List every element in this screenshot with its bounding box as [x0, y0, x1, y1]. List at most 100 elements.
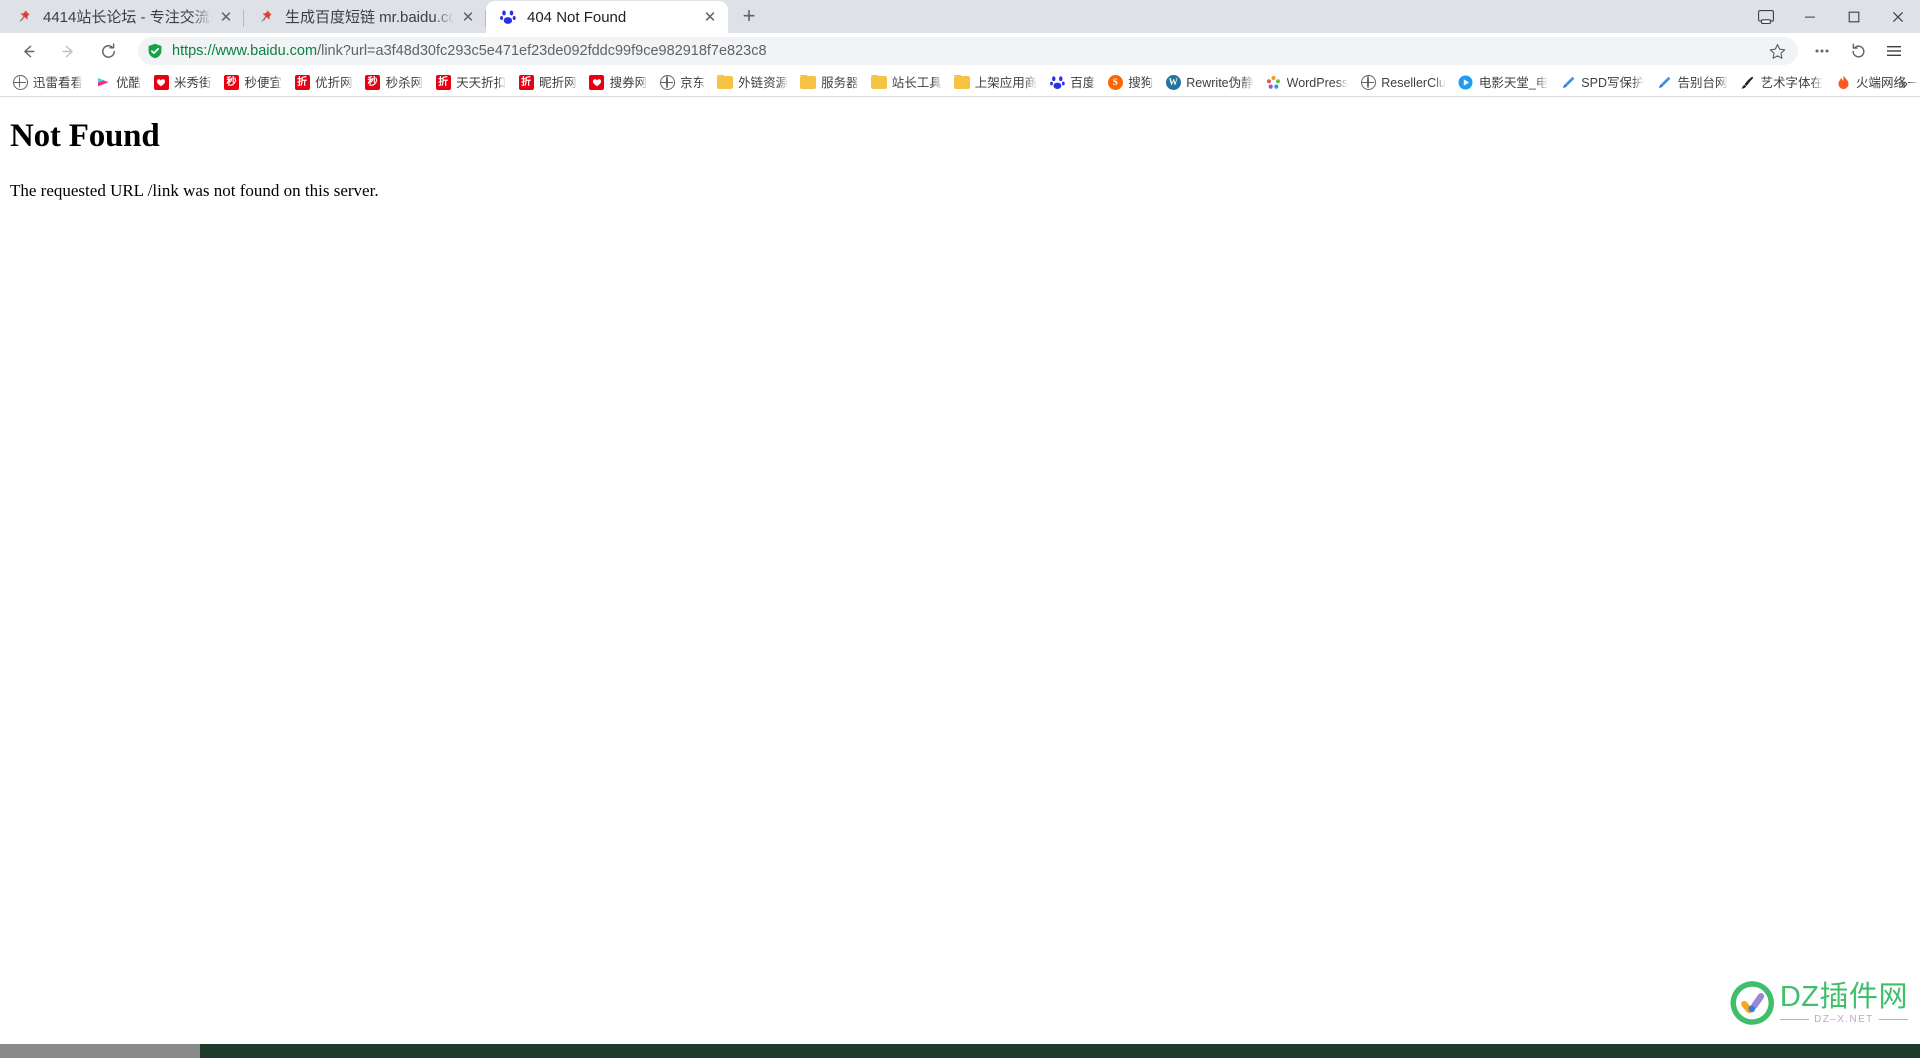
bookmark-star-icon[interactable]: [1766, 40, 1788, 62]
minimize-button[interactable]: [1788, 0, 1832, 33]
history-back-icon[interactable]: [1844, 37, 1872, 65]
globe-icon: [659, 75, 675, 91]
bookmark-item[interactable]: S 搜狗: [1101, 71, 1159, 95]
wordpress-icon: W: [1165, 75, 1181, 91]
bookmark-label: 服务器: [821, 75, 859, 90]
watermark: DZ插件网 DZ–X.NET: [1729, 980, 1908, 1026]
pushpin-icon: [256, 8, 275, 27]
pushpin-icon: [14, 8, 33, 27]
extensions-menu-button[interactable]: [1808, 37, 1836, 65]
secure-shield-icon[interactable]: [147, 43, 163, 59]
bookmark-item[interactable]: W Rewrite伪静: [1159, 71, 1259, 95]
cast-icon[interactable]: [1744, 0, 1788, 33]
char-square-icon: 折: [435, 75, 451, 91]
pen-icon: [1560, 75, 1576, 91]
rule-right: [1878, 1018, 1908, 1020]
bookmark-folder[interactable]: 上架应用商: [948, 71, 1044, 95]
baidu-paw-icon: [498, 8, 517, 27]
bookmark-item[interactable]: 艺术字体在: [1734, 71, 1830, 95]
char-square-icon: 秒: [365, 75, 381, 91]
address-bar[interactable]: https://www.baidu.com/link?url=a3f48d30f…: [138, 37, 1798, 65]
watermark-subtitle-row: DZ–X.NET: [1779, 1013, 1908, 1025]
reload-button[interactable]: [94, 37, 122, 65]
page-body-text: The requested URL /link was not found on…: [10, 181, 379, 200]
dz-logo-icon: [1729, 980, 1775, 1026]
browser-toolbar: https://www.baidu.com/link?url=a3f48d30f…: [0, 33, 1920, 69]
bookmark-folder[interactable]: 外链资源: [711, 71, 794, 95]
bookmark-item[interactable]: 折 昵折网: [512, 71, 583, 95]
bookmark-item[interactable]: 秒 秒便宜: [218, 71, 289, 95]
bookmarks-bar: 迅雷看看 优酷 米秀街 秒 秒便宜 折 优折网 秒 秒杀网 折 天天折扣 折 昵…: [0, 69, 1920, 97]
folder-icon: [717, 74, 734, 91]
bookmark-item[interactable]: WordPress: [1260, 71, 1355, 95]
bookmark-item[interactable]: 电影天堂_电: [1452, 71, 1554, 95]
bookmark-label: 优折网: [315, 75, 353, 90]
bookmark-label: 艺术字体在: [1760, 75, 1824, 90]
bookmark-label: 搜狗: [1128, 75, 1154, 90]
bookmark-label: SPD写保护: [1581, 75, 1645, 90]
watermark-subtitle: DZ–X.NET: [1814, 1013, 1874, 1025]
new-tab-button[interactable]: +: [732, 0, 766, 33]
window-controls: [1744, 0, 1920, 33]
maximize-button[interactable]: [1832, 0, 1876, 33]
bookmark-item[interactable]: 京东: [653, 71, 711, 95]
url-text: https://www.baidu.com/link?url=a3f48d30f…: [172, 42, 1760, 60]
bookmark-label: 米秀街: [174, 75, 212, 90]
browser-menu-button[interactable]: [1880, 37, 1908, 65]
bookmark-item[interactable]: 迅雷看看: [6, 71, 89, 95]
bookmark-folder[interactable]: 服务器: [794, 71, 865, 95]
heart-square-icon: [589, 75, 605, 91]
bookmark-item[interactable]: ResellerClu: [1354, 71, 1452, 95]
char-square-icon: 秒: [224, 75, 240, 91]
bookmark-item[interactable]: 百度: [1043, 71, 1101, 95]
bookmark-label: 告别台网: [1677, 75, 1728, 90]
tab-title: 4414站长论坛 - 专注交流的站: [43, 8, 212, 26]
bookmark-label: 优酷: [116, 75, 142, 90]
bookmark-label: 电影天堂_电: [1478, 75, 1549, 90]
tab-close-button[interactable]: ✕: [216, 7, 236, 27]
bookmark-item[interactable]: 优酷: [89, 71, 147, 95]
back-button[interactable]: [14, 37, 42, 65]
tab-close-button[interactable]: ✕: [700, 7, 720, 27]
tab-title: 生成百度短链 mr.baidu.com: [285, 8, 454, 26]
bookmark-label: 昵折网: [539, 75, 577, 90]
bookmark-label: WordPress: [1286, 75, 1349, 90]
brush-icon: [1740, 75, 1756, 91]
taskbar: [0, 1044, 1920, 1058]
globe-icon: [1360, 75, 1376, 91]
folder-icon: [870, 74, 887, 91]
forward-button[interactable]: [54, 37, 82, 65]
bookmark-item[interactable]: 秒 秒杀网: [359, 71, 430, 95]
flame-icon: [1835, 75, 1851, 91]
bookmark-item[interactable]: 折 优折网: [288, 71, 359, 95]
page-title: Not Found: [10, 118, 160, 154]
bookmark-label: 站长工具: [891, 75, 942, 90]
bookmark-label: 秒杀网: [385, 75, 424, 90]
browser-tab-3-active[interactable]: 404 Not Found ✕: [486, 1, 728, 33]
tab-strip: 4414站长论坛 - 专注交流的站 ✕ 生成百度短链 mr.baidu.com …: [0, 0, 1920, 33]
bookmark-label: ResellerClu: [1381, 75, 1446, 90]
bookmark-label: 百度: [1070, 75, 1096, 90]
pen-icon: [1656, 75, 1672, 91]
bookmark-item[interactable]: 搜券网: [583, 71, 654, 95]
bookmark-item[interactable]: 折 天天折扣: [429, 71, 512, 95]
browser-tab-2[interactable]: 生成百度短链 mr.baidu.com ✕: [244, 1, 486, 33]
bookmark-item[interactable]: 告别台网: [1650, 71, 1733, 95]
baidu-paw-icon: [1049, 75, 1065, 91]
bookmark-label: 迅雷看看: [33, 75, 84, 90]
bookmark-label: 搜券网: [609, 75, 648, 90]
browser-tab-1[interactable]: 4414站长论坛 - 专注交流的站 ✕: [2, 1, 244, 33]
bookmarks-overflow-button[interactable]: »: [1894, 72, 1914, 94]
bookmark-label: 上架应用商: [974, 75, 1038, 90]
play-circle-icon: [1458, 75, 1474, 91]
bookmark-folder[interactable]: 站长工具: [865, 71, 948, 95]
close-button[interactable]: [1876, 0, 1920, 33]
folder-icon: [953, 74, 970, 91]
rule-left: [1779, 1018, 1810, 1020]
tab-close-button[interactable]: ✕: [458, 7, 478, 27]
browser-window: 4414站长论坛 - 专注交流的站 ✕ 生成百度短链 mr.baidu.com …: [0, 0, 1920, 1058]
bookmark-item[interactable]: 米秀街: [147, 71, 218, 95]
bookmark-item[interactable]: SPD写保护: [1554, 71, 1650, 95]
wp-flower-icon: [1266, 75, 1282, 91]
watermark-title: DZ插件网: [1779, 980, 1908, 1013]
